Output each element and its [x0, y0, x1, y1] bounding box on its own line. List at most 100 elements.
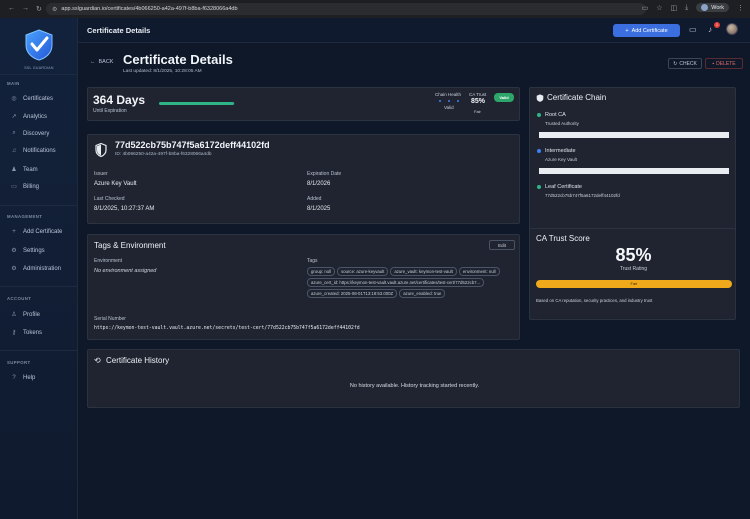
section-main: MAIN: [7, 81, 20, 86]
user-icon: ♙: [11, 312, 17, 318]
sidebar-item-administration[interactable]: ⚙ Administration: [10, 265, 61, 273]
ca-trust-grade: Fair: [474, 109, 481, 114]
days-until-expiration: 364 Days: [93, 93, 146, 107]
plus-icon: +: [12, 229, 16, 235]
section-management: MANAGEMENT: [7, 214, 43, 219]
profile-chip[interactable]: Work: [696, 3, 729, 12]
menu-dots-icon[interactable]: ⋮: [737, 4, 744, 12]
environment-value: No environment assigned: [94, 268, 157, 274]
back-button[interactable]: ← BACK: [90, 59, 113, 65]
sidebar-item-billing[interactable]: ▭ Billing: [10, 183, 39, 191]
expiry-card: 364 Days Until Expiration Chain Health V…: [87, 87, 520, 121]
add-certificate-button[interactable]: + Add Certificate: [613, 24, 680, 37]
url-text: app.sslguardian.io/certificates/4b066250…: [61, 6, 238, 12]
tag-chip[interactable]: environment: null: [458, 267, 500, 276]
issuer-label: Issuer: [94, 171, 108, 177]
notification-badge: 1: [714, 22, 720, 28]
keyboard-icon[interactable]: ▭: [689, 25, 697, 34]
edit-tags-button[interactable]: Edit: [489, 240, 515, 250]
sliders-icon: ⚙: [11, 266, 17, 272]
sidebar-item-discovery[interactable]: ⌕ Discovery: [10, 130, 49, 137]
certificate-info-card: 77d522cb75b747f5a6172deff44102fd ID: 4b0…: [87, 134, 520, 224]
trust-note: Based on CA reputation, security practic…: [536, 298, 653, 303]
sidebar-item-settings[interactable]: ⚙ Settings: [10, 247, 44, 255]
chain-node-root[interactable]: Root CA Trusted Authority: [537, 112, 579, 126]
chain-health-label: Chain Health: [435, 92, 462, 97]
tag-chip[interactable]: azure_created: 2025-08-01T13:18:53.000Z: [307, 289, 398, 298]
shield-icon: [95, 143, 107, 157]
back-arrow-icon: ←: [90, 59, 96, 65]
logo-text: SSL GUARDIAN: [24, 66, 54, 70]
sidebar-item-tokens[interactable]: ⚷ Tokens: [10, 329, 42, 337]
avatar[interactable]: [726, 23, 738, 35]
chain-connector: [539, 168, 729, 174]
sidebar-item-analytics[interactable]: ↗ Analytics: [10, 113, 47, 121]
search-icon: ⌕: [12, 130, 16, 136]
sidebar-item-notifications[interactable]: ♫ Notifications: [10, 148, 56, 154]
plus-icon: +: [625, 27, 629, 34]
chart-icon: ↗: [11, 114, 17, 120]
chain-title: Certificate Chain: [547, 93, 607, 102]
main-content: ← BACK Certificate Details Last updated:…: [78, 43, 750, 519]
gear-icon: ⚙: [11, 248, 17, 254]
certificate-history-card: ⟲ Certificate History No history availab…: [87, 349, 740, 408]
chain-node-leaf[interactable]: Leaf Certificate 77d522cb75b747f5a6172de…: [537, 184, 620, 198]
profile-name: Work: [711, 4, 724, 11]
reload-icon[interactable]: ↻: [36, 5, 42, 13]
ca-trust-score-card: CA Trust Score 85% Trust Rating Fair Bas…: [529, 228, 736, 320]
back-arrow-icon[interactable]: ←: [8, 5, 15, 13]
tag-chip[interactable]: source: azure-keyvault: [337, 267, 389, 276]
section-account: ACCOUNT: [7, 296, 32, 301]
expiration-value: 8/1/2026: [307, 181, 331, 187]
status-dot-icon: [537, 185, 541, 189]
check-button[interactable]: ↻ CHECK: [668, 58, 702, 69]
sidebar-item-certificates[interactable]: ◎ Certificates: [10, 95, 53, 103]
sidebar-item-add-certificate[interactable]: + Add Certificate: [10, 229, 62, 235]
ca-trust-label: CA Trust: [469, 92, 487, 97]
top-bar: Certificate Details + Add Certificate ▭ …: [78, 18, 750, 43]
history-icon: ⟲: [94, 356, 101, 365]
last-checked-label: Last Checked: [94, 196, 125, 202]
card-icon: ▭: [11, 184, 17, 190]
delete-button[interactable]: ▪ DELETE: [705, 58, 743, 69]
last-updated: Last updated: 8/1/2025, 10:28:05 AM: [123, 69, 202, 74]
trash-icon: ▪: [712, 60, 715, 67]
bookmark-star-icon[interactable]: ☆: [656, 4, 662, 12]
page-title: Certificate Details: [123, 52, 233, 67]
tag-chip[interactable]: azure_cert_id: https://keymon-test-vault…: [307, 278, 485, 287]
url-bar[interactable]: ⚙ app.sslguardian.io/certificates/4b0662…: [46, 3, 646, 15]
sidebar-item-team[interactable]: ♟ Team: [10, 166, 37, 174]
site-info-icon[interactable]: ⚙: [52, 6, 57, 13]
tag-chip[interactable]: group: null: [307, 267, 336, 276]
tag-chip[interactable]: azure_vault: keymon-test-vault: [390, 267, 457, 276]
shield-check-icon: ◎: [11, 96, 17, 102]
tag-chip[interactable]: azure_enabled: true: [399, 289, 446, 298]
serial-value: https://keymon-test-vault.vault.azure.ne…: [94, 326, 360, 331]
top-bar-title: Certificate Details: [87, 26, 151, 35]
section-support: SUPPORT: [7, 360, 31, 365]
sidebar-item-help[interactable]: ? Help: [10, 375, 35, 381]
tag-list: group: null source: azure-keyvault azure…: [307, 267, 521, 298]
sidebar-item-profile[interactable]: ♙ Profile: [10, 311, 40, 319]
extensions-icon[interactable]: ◫: [671, 4, 678, 12]
help-icon: ?: [12, 375, 16, 381]
shield-logo-icon[interactable]: [22, 28, 56, 62]
key-icon: ⚷: [11, 330, 17, 336]
added-label: Added: [307, 196, 322, 202]
forward-arrow-icon[interactable]: →: [22, 5, 29, 13]
chain-node-intermediate[interactable]: Intermediate Azure Key Vault: [537, 148, 577, 162]
tags-environment-card: Tags & Environment Edit Environment No e…: [87, 234, 520, 340]
users-icon: ♟: [11, 167, 17, 173]
chain-dot-icon: [448, 100, 450, 102]
bell-icon: ♫: [11, 148, 17, 154]
chain-dot-icon: [457, 100, 459, 102]
divider: [0, 350, 78, 351]
status-dot-icon: [537, 149, 541, 153]
download-icon[interactable]: ⤓: [685, 4, 688, 12]
bell-icon[interactable]: ♪: [708, 25, 712, 34]
sidebar: SSL GUARDIAN MAIN ◎ Certificates ↗ Analyti…: [0, 18, 78, 519]
tags-label: Tags: [307, 258, 318, 264]
chain-connector: [539, 132, 729, 138]
chain-health-value: Valid: [444, 105, 454, 110]
install-app-icon[interactable]: ▭: [642, 4, 649, 12]
